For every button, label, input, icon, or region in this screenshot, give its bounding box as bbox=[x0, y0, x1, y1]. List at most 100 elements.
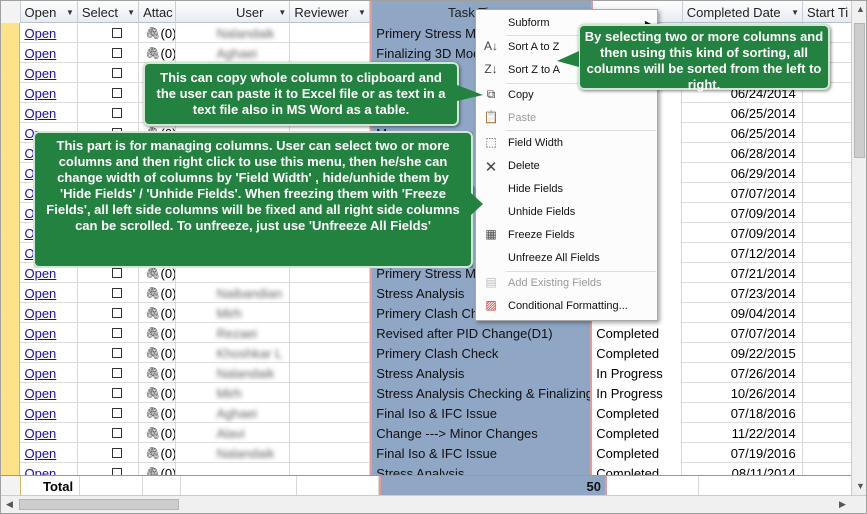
open-link[interactable]: Open bbox=[24, 306, 56, 321]
scroll-right-icon[interactable]: ▶ bbox=[839, 499, 846, 510]
user-cell[interactable]: Nalandaik bbox=[176, 443, 291, 463]
row-selector[interactable] bbox=[1, 203, 21, 223]
start-time-cell[interactable] bbox=[803, 143, 851, 163]
open-link[interactable]: Open bbox=[24, 346, 56, 361]
reviewer-cell[interactable] bbox=[290, 383, 371, 403]
open-link[interactable]: Open bbox=[24, 86, 56, 101]
user-cell[interactable]: Alavi bbox=[176, 423, 291, 443]
menu-item-paste[interactable]: 📋 Paste bbox=[476, 107, 657, 129]
row-selector[interactable] bbox=[1, 283, 21, 303]
completed-date-cell[interactable]: 07/12/2014 bbox=[682, 243, 803, 263]
start-time-cell[interactable] bbox=[803, 103, 851, 123]
user-cell[interactable]: Naibandian bbox=[176, 283, 291, 303]
open-link[interactable]: Open bbox=[24, 66, 56, 81]
completed-date-cell[interactable]: 07/23/2014 bbox=[682, 283, 803, 303]
start-time-cell[interactable] bbox=[803, 203, 851, 223]
open-link[interactable]: Open bbox=[24, 446, 56, 461]
column-header-start-time[interactable]: Start Ti bbox=[803, 1, 851, 23]
status-cell[interactable]: In Progress bbox=[592, 363, 682, 383]
open-link[interactable]: Open bbox=[24, 386, 56, 401]
task-title-cell[interactable]: Primery Clash Check bbox=[370, 343, 593, 363]
completed-date-cell[interactable]: 06/25/2014 bbox=[682, 103, 803, 123]
start-time-cell[interactable] bbox=[803, 223, 851, 243]
open-link[interactable]: Open bbox=[24, 286, 56, 301]
row-selector[interactable] bbox=[1, 383, 21, 403]
row-selector[interactable] bbox=[1, 143, 21, 163]
start-time-cell[interactable] bbox=[803, 363, 851, 383]
completed-date-cell[interactable]: 06/25/2014 bbox=[682, 123, 803, 143]
task-title-cell[interactable]: Stress Analysis bbox=[370, 363, 593, 383]
row-selector[interactable] bbox=[1, 343, 21, 363]
row-selector[interactable] bbox=[1, 183, 21, 203]
status-cell[interactable]: In Progress bbox=[592, 383, 682, 403]
vertical-scroll-thumb[interactable] bbox=[854, 23, 865, 158]
reviewer-cell[interactable] bbox=[290, 363, 371, 383]
row-selector[interactable] bbox=[1, 323, 21, 343]
completed-date-cell[interactable]: 07/09/2014 bbox=[682, 223, 803, 243]
user-cell[interactable]: Khoshkar L bbox=[176, 343, 291, 363]
vertical-scrollbar[interactable]: ▲ ▼ bbox=[851, 1, 866, 495]
select-checkbox[interactable] bbox=[112, 28, 122, 38]
menu-item-hide-fields[interactable]: Hide Fields bbox=[476, 178, 657, 200]
open-link[interactable]: Open bbox=[24, 326, 56, 341]
start-time-cell[interactable] bbox=[803, 123, 851, 143]
attachment-cell[interactable]: 🖇(0) bbox=[139, 283, 177, 303]
select-checkbox[interactable] bbox=[112, 88, 122, 98]
user-cell[interactable]: Mirh bbox=[176, 383, 291, 403]
menu-item-field-width[interactable]: ⬚ Field Width bbox=[476, 132, 657, 154]
select-checkbox[interactable] bbox=[112, 348, 122, 358]
menu-item-delete[interactable]: ✕ Delete bbox=[476, 155, 657, 177]
start-time-cell[interactable] bbox=[803, 163, 851, 183]
select-checkbox[interactable] bbox=[112, 308, 122, 318]
row-selector[interactable] bbox=[1, 63, 21, 83]
task-title-cell[interactable]: Final Iso & IFC Issue bbox=[370, 403, 593, 423]
reviewer-cell[interactable] bbox=[290, 423, 371, 443]
user-cell[interactable]: Rezaei bbox=[176, 323, 291, 343]
start-time-cell[interactable] bbox=[803, 183, 851, 203]
select-checkbox[interactable] bbox=[112, 428, 122, 438]
start-time-cell[interactable] bbox=[803, 243, 851, 263]
row-selector[interactable] bbox=[1, 223, 21, 243]
scroll-left-icon[interactable]: ◀ bbox=[6, 499, 13, 510]
select-checkbox[interactable] bbox=[112, 368, 122, 378]
task-title-cell[interactable]: Stress Analysis Checking & Finalizing bbox=[370, 383, 593, 403]
select-checkbox[interactable] bbox=[112, 388, 122, 398]
completed-date-cell[interactable]: 06/29/2014 bbox=[682, 163, 803, 183]
menu-item-freeze-fields[interactable]: ▦ Freeze Fields bbox=[476, 224, 657, 246]
reviewer-cell[interactable] bbox=[290, 43, 371, 63]
start-time-cell[interactable] bbox=[803, 423, 851, 443]
attachment-cell[interactable]: 🖇(0) bbox=[139, 403, 177, 423]
column-header-completed-date[interactable]: Completed Date ▼ bbox=[683, 1, 804, 23]
row-selector[interactable] bbox=[1, 23, 21, 43]
task-title-cell[interactable]: Final Iso & IFC Issue bbox=[370, 443, 593, 463]
open-link[interactable]: Open bbox=[24, 406, 56, 421]
attachment-cell[interactable]: 🖇(0) bbox=[139, 423, 177, 443]
completed-date-cell[interactable]: 11/22/2014 bbox=[682, 423, 803, 443]
user-cell[interactable]: Aghaei bbox=[176, 43, 291, 63]
menu-item-unhide-fields[interactable]: Unhide Fields bbox=[476, 201, 657, 223]
row-selector[interactable] bbox=[1, 243, 21, 263]
scroll-down-icon[interactable]: ▼ bbox=[856, 481, 865, 491]
row-selector[interactable] bbox=[1, 103, 21, 123]
task-title-cell[interactable]: Revised after PID Change(D1) bbox=[370, 323, 593, 343]
start-time-cell[interactable] bbox=[803, 443, 851, 463]
row-selector[interactable] bbox=[1, 443, 21, 463]
reviewer-cell[interactable] bbox=[290, 343, 371, 363]
dropdown-arrow-icon[interactable]: ▼ bbox=[127, 8, 135, 17]
select-checkbox[interactable] bbox=[112, 48, 122, 58]
completed-date-cell[interactable]: 09/22/2015 bbox=[682, 343, 803, 363]
attachment-cell[interactable]: 🖇(0) bbox=[139, 23, 177, 43]
select-checkbox[interactable] bbox=[112, 68, 122, 78]
row-selector[interactable] bbox=[1, 163, 21, 183]
scroll-up-icon[interactable]: ▲ bbox=[856, 4, 865, 14]
select-checkbox[interactable] bbox=[112, 108, 122, 118]
start-time-cell[interactable] bbox=[803, 403, 851, 423]
attachment-cell[interactable]: 🖇(0) bbox=[139, 323, 177, 343]
column-header-select[interactable]: Select ▼ bbox=[78, 1, 140, 23]
reviewer-cell[interactable] bbox=[290, 23, 371, 43]
select-checkbox[interactable] bbox=[112, 448, 122, 458]
select-checkbox[interactable] bbox=[112, 268, 122, 278]
menu-item-unfreeze-all-fields[interactable]: Unfreeze All Fields bbox=[476, 247, 657, 269]
select-checkbox[interactable] bbox=[112, 288, 122, 298]
completed-date-cell[interactable]: 07/07/2014 bbox=[682, 183, 803, 203]
